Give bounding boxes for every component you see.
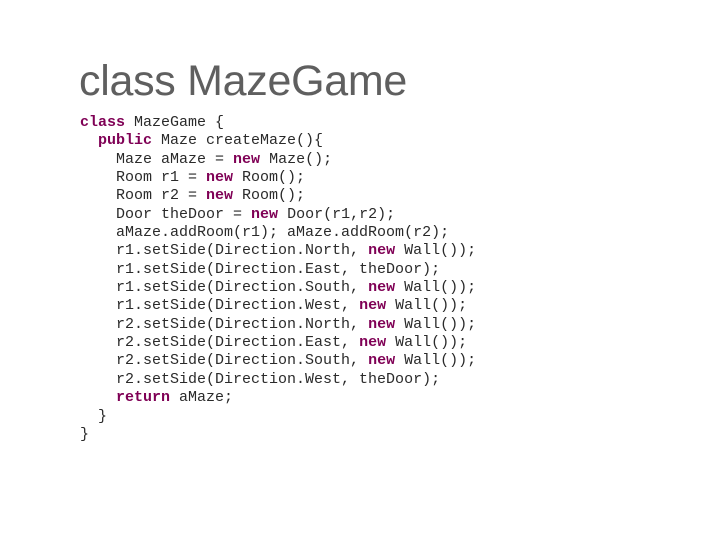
code-text: r1.setSide(Direction.East, theDoor); [116,260,441,278]
code-text: aMaze; [170,389,234,407]
code-text: Wall()); [395,279,477,297]
code-text: Wall()); [386,297,468,315]
code-line: r1.setSide(Direction.West, new Wall()); [80,297,476,315]
code-line: } [80,408,476,426]
slide-title: class MazeGame [79,57,407,105]
code-text: Wall()); [395,315,477,333]
code-keyword: new [359,334,387,352]
code-keyword: new [359,297,387,315]
code-text: Wall()); [386,334,468,352]
code-text: Maze createMaze(){ [152,132,324,150]
code-text: r1.setSide(Direction.West, [116,297,360,315]
code-keyword: new [251,205,279,223]
code-text: Wall()); [395,352,477,370]
code-line: Maze aMaze = new Maze(); [80,151,476,169]
code-line: Room r1 = new Room(); [80,169,476,187]
code-text: r2.setSide(Direction.West, theDoor); [116,370,441,388]
code-line: return aMaze; [80,389,476,407]
code-keyword: class [80,114,126,131]
code-keyword: new [368,315,396,333]
code-text: r1.setSide(Direction.South, [116,279,369,297]
code-text: Wall()); [395,242,477,260]
code-text: Room(); [233,187,306,205]
code-line: } [80,426,476,444]
code-text: Door(r1,r2); [278,205,396,223]
code-text: r2.setSide(Direction.South, [116,352,369,370]
code-line: r1.setSide(Direction.South, new Wall()); [80,279,476,297]
code-line: r2.setSide(Direction.North, new Wall()); [80,316,476,334]
code-line: class MazeGame { [80,114,476,132]
code-keyword: new [233,150,261,168]
code-text: Room r2 = [116,187,207,205]
code-line: aMaze.addRoom(r1); aMaze.addRoom(r2); [80,224,476,242]
code-text: Maze(); [260,150,333,168]
code-line: Room r2 = new Room(); [80,187,476,205]
code-text: Room r1 = [116,169,207,187]
code-text: r2.setSide(Direction.North, [116,315,369,333]
code-text: MazeGame { [125,114,225,131]
code-text: } [80,425,90,443]
code-text: Room(); [233,169,306,187]
code-text: Door theDoor = [116,205,252,223]
code-line: r2.setSide(Direction.East, new Wall()); [80,334,476,352]
code-line: public Maze createMaze(){ [80,132,476,150]
code-line: r1.setSide(Direction.East, theDoor); [80,261,476,279]
code-keyword: new [368,352,396,370]
code-keyword: new [368,242,396,260]
code-keyword: public [98,132,153,150]
code-keyword: new [206,187,234,205]
code-line: Door theDoor = new Door(r1,r2); [80,206,476,224]
code-line: r1.setSide(Direction.North, new Wall()); [80,242,476,260]
code-line: r2.setSide(Direction.West, theDoor); [80,371,476,389]
code-keyword: new [368,279,396,297]
code-text: } [98,407,108,425]
code-line: r2.setSide(Direction.South, new Wall()); [80,352,476,370]
code-text: r1.setSide(Direction.North, [116,242,369,260]
code-text: r2.setSide(Direction.East, [116,334,360,352]
code-text: aMaze.addRoom(r1); aMaze.addRoom(r2); [116,224,450,242]
code-keyword: return [116,389,171,407]
code-keyword: new [206,169,234,187]
code-block: class MazeGame { public Maze createMaze(… [80,114,476,444]
code-text: Maze aMaze = [116,150,234,168]
